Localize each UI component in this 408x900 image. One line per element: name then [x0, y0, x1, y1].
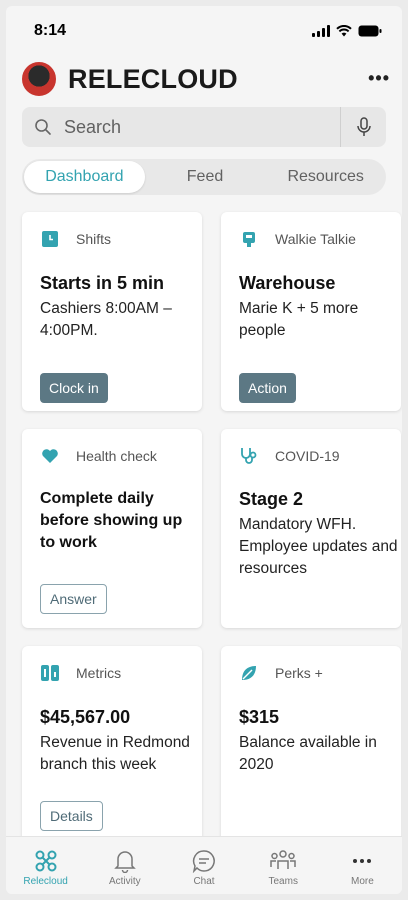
- walkie-talkie-card[interactable]: Walkie Talkie Warehouse Marie K + 5 more…: [221, 212, 401, 411]
- nav-label: Relecloud: [23, 876, 68, 887]
- card-body: Revenue in Redmond branch this week: [40, 734, 190, 773]
- mic-button[interactable]: [340, 107, 386, 147]
- search-icon: [35, 119, 51, 135]
- card-title: Warehouse: [239, 273, 336, 293]
- nav-teams[interactable]: Teams: [244, 837, 323, 894]
- bell-icon: [113, 851, 136, 873]
- leaf-icon: [239, 663, 259, 683]
- relecloud-icon: [35, 850, 57, 872]
- tab-feed[interactable]: Feed: [145, 161, 266, 193]
- answer-button[interactable]: Answer: [40, 584, 107, 614]
- chat-icon: [192, 850, 215, 873]
- nav-relecloud[interactable]: Relecloud: [6, 837, 85, 894]
- walkie-talkie-icon: [239, 229, 259, 249]
- nav-label: More: [351, 876, 374, 887]
- teams-icon: [270, 850, 296, 869]
- card-label: Shifts: [76, 231, 112, 247]
- shifts-card[interactable]: Shifts Starts in 5 min Cashiers 8:00AM –…: [22, 212, 202, 411]
- more-icon: [353, 859, 372, 863]
- microphone-icon: [356, 117, 371, 136]
- card-label: Health check: [76, 448, 157, 464]
- phone-screen: 8:14 RELECLOUD ••• Search Dashboard Feed…: [6, 6, 402, 894]
- search-input[interactable]: [64, 116, 324, 138]
- segmented-tabs: Dashboard Feed Resources: [22, 159, 386, 195]
- health-check-card[interactable]: Health check Complete daily before showi…: [22, 429, 202, 628]
- avatar[interactable]: [22, 62, 56, 96]
- card-body: Cashiers 8:00AM – 4:00PM.: [40, 300, 172, 339]
- card-body: Mandatory WFH. Employee updates and reso…: [239, 516, 398, 577]
- wifi-icon: [336, 25, 352, 37]
- search-bar[interactable]: [22, 107, 386, 147]
- nav-label: Chat: [193, 876, 215, 887]
- nav-more[interactable]: More: [323, 837, 402, 894]
- nav-label: Activity: [108, 876, 141, 887]
- app-header: RELECLOUD •••: [6, 58, 402, 106]
- card-label: Metrics: [76, 665, 122, 681]
- covid-card[interactable]: COVID-19 Stage 2 Mandatory WFH. Employee…: [221, 429, 401, 628]
- details-button[interactable]: Details: [40, 801, 103, 831]
- nav-chat[interactable]: Chat: [164, 837, 243, 894]
- app-title: RELECLOUD: [68, 64, 238, 94]
- metrics-card[interactable]: Metrics $45,567.00 Revenue in Redmond br…: [22, 646, 202, 845]
- status-icons: [312, 25, 382, 37]
- status-bar: 8:14: [6, 6, 402, 50]
- perks-card[interactable]: Perks + $315 Balance available in 2020: [221, 646, 401, 845]
- signal-icon: [312, 25, 330, 37]
- card-title: Starts in 5 min: [40, 273, 165, 293]
- tab-dashboard[interactable]: Dashboard: [24, 161, 145, 193]
- card-body: Balance available in 2020: [239, 734, 377, 773]
- status-time: 8:14: [34, 22, 67, 39]
- clock-in-button[interactable]: Clock in: [40, 373, 108, 403]
- card-label: Walkie Talkie: [275, 231, 356, 247]
- card-title: Stage 2: [239, 489, 304, 509]
- card-body: Marie K + 5 more people: [239, 300, 359, 339]
- battery-icon: [358, 25, 382, 37]
- card-title: Complete daily before showing up to work: [40, 490, 183, 551]
- clock-icon: [40, 229, 60, 249]
- nav-label: Teams: [268, 876, 298, 887]
- card-label: Perks +: [275, 665, 323, 681]
- action-button[interactable]: Action: [239, 373, 296, 403]
- heart-icon: [40, 446, 60, 466]
- nav-activity[interactable]: Activity: [85, 837, 164, 894]
- card-label: COVID-19: [275, 448, 340, 464]
- bottom-navigation: Relecloud Activity Chat Teams More: [6, 836, 402, 894]
- card-title: $315: [239, 707, 280, 727]
- tab-resources[interactable]: Resources: [265, 161, 386, 193]
- card-title: $45,567.00: [40, 707, 131, 727]
- stethoscope-icon: [239, 446, 259, 466]
- more-options-icon[interactable]: •••: [368, 68, 390, 89]
- metrics-icon: [40, 663, 60, 683]
